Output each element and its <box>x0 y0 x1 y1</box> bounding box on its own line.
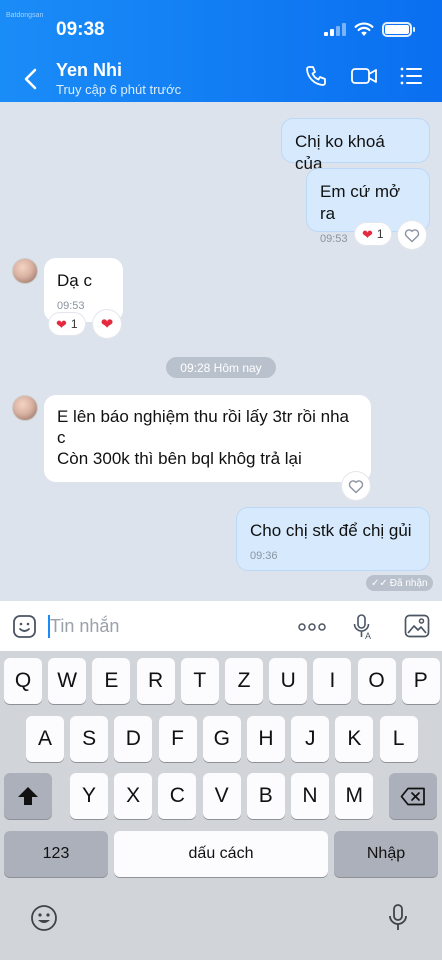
delivered-status: ✓✓ Đã nhận <box>366 575 433 591</box>
contact-avatar[interactable] <box>12 395 38 421</box>
svg-text:A: A <box>365 631 371 640</box>
key-r[interactable]: R <box>136 658 175 704</box>
key-z[interactable]: Z <box>225 658 263 704</box>
key-j[interactable]: J <box>291 716 330 762</box>
key-l[interactable]: L <box>379 716 418 762</box>
watermark: Batdongsan <box>6 12 44 19</box>
message-text-line: Còn 300k thì bên bql khôg trả lại <box>57 449 302 468</box>
reaction-summary[interactable]: ❤ 1 <box>355 223 391 245</box>
key-v[interactable]: V <box>202 773 241 819</box>
key-s[interactable]: S <box>70 716 109 762</box>
delivered-label: Đã nhận <box>389 577 428 589</box>
heart-icon: ❤ <box>362 226 373 242</box>
chat-header: Batdongsan 09:38 Yen Nhi Truy cập 6 phút… <box>0 0 442 102</box>
return-key[interactable]: Nhập <box>334 831 438 877</box>
more-options-icon[interactable] <box>298 623 326 631</box>
add-reaction-button[interactable] <box>398 221 426 249</box>
message-input[interactable]: Tin nhắn <box>50 616 119 637</box>
date-separator: 09:28 Hôm nay <box>166 357 276 378</box>
backspace-key[interactable] <box>389 773 437 819</box>
my-reaction-button[interactable]: ❤ <box>93 310 121 338</box>
contact-avatar[interactable] <box>12 258 38 284</box>
image-gallery-icon[interactable] <box>404 614 430 638</box>
reaction-count: 1 <box>376 227 384 241</box>
status-time: 09:38 <box>56 19 105 40</box>
shift-key[interactable] <box>4 773 52 819</box>
numbers-key[interactable]: 123 <box>4 831 108 877</box>
key-b[interactable]: B <box>246 773 285 819</box>
message-composer: Tin nhắn A <box>0 601 442 651</box>
microphone-icon[interactable] <box>388 903 408 933</box>
sticker-emoji-icon[interactable] <box>12 614 37 639</box>
key-t[interactable]: T <box>180 658 219 704</box>
message-time: 09:36 <box>250 550 278 562</box>
key-i[interactable]: I <box>313 658 352 704</box>
key-q[interactable]: Q <box>4 658 42 704</box>
key-f[interactable]: F <box>158 716 197 762</box>
message-text-line: E lên báo nghiệm thu rồi lấy 3tr rồi nha <box>57 407 350 426</box>
key-m[interactable]: M <box>335 773 374 819</box>
key-o[interactable]: O <box>357 658 396 704</box>
key-k[interactable]: K <box>335 716 374 762</box>
key-n[interactable]: N <box>291 773 329 819</box>
menu-list-icon[interactable] <box>399 64 423 88</box>
double-check-icon: ✓✓ <box>371 577 388 589</box>
phone-call-icon[interactable] <box>304 64 328 88</box>
space-key[interactable]: dấu cách <box>114 831 328 877</box>
key-h[interactable]: H <box>247 716 285 762</box>
contact-last-seen: Truy cập 6 phút trước <box>56 82 182 97</box>
reaction-count: 1 <box>70 317 78 331</box>
key-u[interactable]: U <box>269 658 308 704</box>
add-reaction-button[interactable] <box>342 472 370 500</box>
onscreen-keyboard: 123 dấu cách Nhập QWERTZUIOP ASDFGHJKL YXC… <box>0 651 442 960</box>
message-bubble-incoming[interactable]: E lên báo nghiệm thu rồi lấy 3tr rồi nha… <box>44 395 371 482</box>
message-text-line: c <box>57 428 66 447</box>
key-x[interactable]: X <box>114 773 153 819</box>
key-y[interactable]: Y <box>70 773 108 819</box>
message-bubble-outgoing[interactable]: Chị ko khoá của <box>281 118 430 173</box>
heart-outline-icon <box>348 479 364 493</box>
contact-name[interactable]: Yen Nhi <box>56 60 122 81</box>
status-icons <box>324 22 415 37</box>
heart-icon: ❤ <box>56 316 67 332</box>
emoji-icon[interactable] <box>30 904 58 932</box>
cellular-signal-icon <box>324 23 346 36</box>
key-d[interactable]: D <box>114 716 153 762</box>
heart-icon: ❤ <box>100 315 114 333</box>
key-c[interactable]: C <box>158 773 197 819</box>
reaction-summary[interactable]: ❤ 1 <box>49 313 85 335</box>
message-text: Dạ c <box>57 271 92 290</box>
video-call-icon[interactable] <box>350 64 378 88</box>
backspace-icon <box>400 787 425 805</box>
battery-icon <box>382 22 415 37</box>
message-bubble-outgoing[interactable]: Cho chị stk để chị gủi 09:36 <box>236 507 430 571</box>
voice-to-text-icon[interactable]: A <box>352 613 374 640</box>
shift-arrow-icon <box>18 787 38 805</box>
heart-outline-icon <box>404 228 420 242</box>
message-text: Em cứ mở ra <box>320 182 401 223</box>
key-a[interactable]: A <box>26 716 64 762</box>
key-w[interactable]: W <box>48 658 87 704</box>
message-text: Cho chị stk để chị gủi <box>250 521 412 540</box>
wifi-icon <box>354 22 374 36</box>
key-g[interactable]: G <box>202 716 241 762</box>
back-arrow-icon[interactable] <box>20 66 42 92</box>
key-p[interactable]: P <box>401 658 440 704</box>
key-e[interactable]: E <box>92 658 131 704</box>
